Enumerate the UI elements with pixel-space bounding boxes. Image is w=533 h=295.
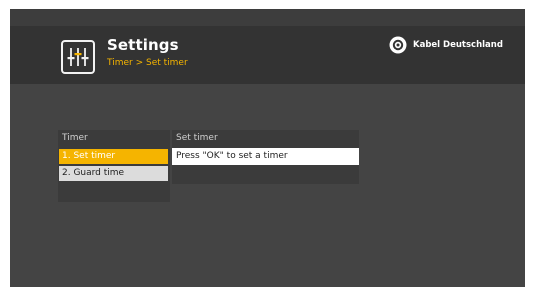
kabel-deutschland-logo-icon: [389, 36, 407, 54]
brand: Kabel Deutschland: [389, 36, 503, 54]
brand-name: Kabel Deutschland: [413, 40, 503, 50]
equalizer-sliders-icon: [61, 40, 95, 74]
breadcrumb: Timer > Set timer: [107, 58, 188, 68]
set-timer-panel: Set timer Press "OK" to set a timer: [172, 130, 359, 184]
tv-frame: Settings Timer > Set timer Kabel Deutsch…: [0, 0, 533, 295]
page-title: Settings: [107, 36, 179, 54]
timer-menu-panel: Timer 1. Set timer 2. Guard time: [58, 130, 170, 202]
header: Settings Timer > Set timer Kabel Deutsch…: [10, 26, 525, 84]
set-timer-header: Set timer: [176, 133, 218, 143]
menu-item-set-timer[interactable]: 1. Set timer: [59, 149, 168, 164]
top-bar: [10, 9, 525, 26]
set-timer-info[interactable]: Press "OK" to set a timer: [172, 148, 359, 165]
timer-menu-header: Timer: [62, 133, 88, 143]
menu-item-guard-time[interactable]: 2. Guard time: [59, 166, 168, 181]
tv-screen: Settings Timer > Set timer Kabel Deutsch…: [10, 9, 525, 287]
